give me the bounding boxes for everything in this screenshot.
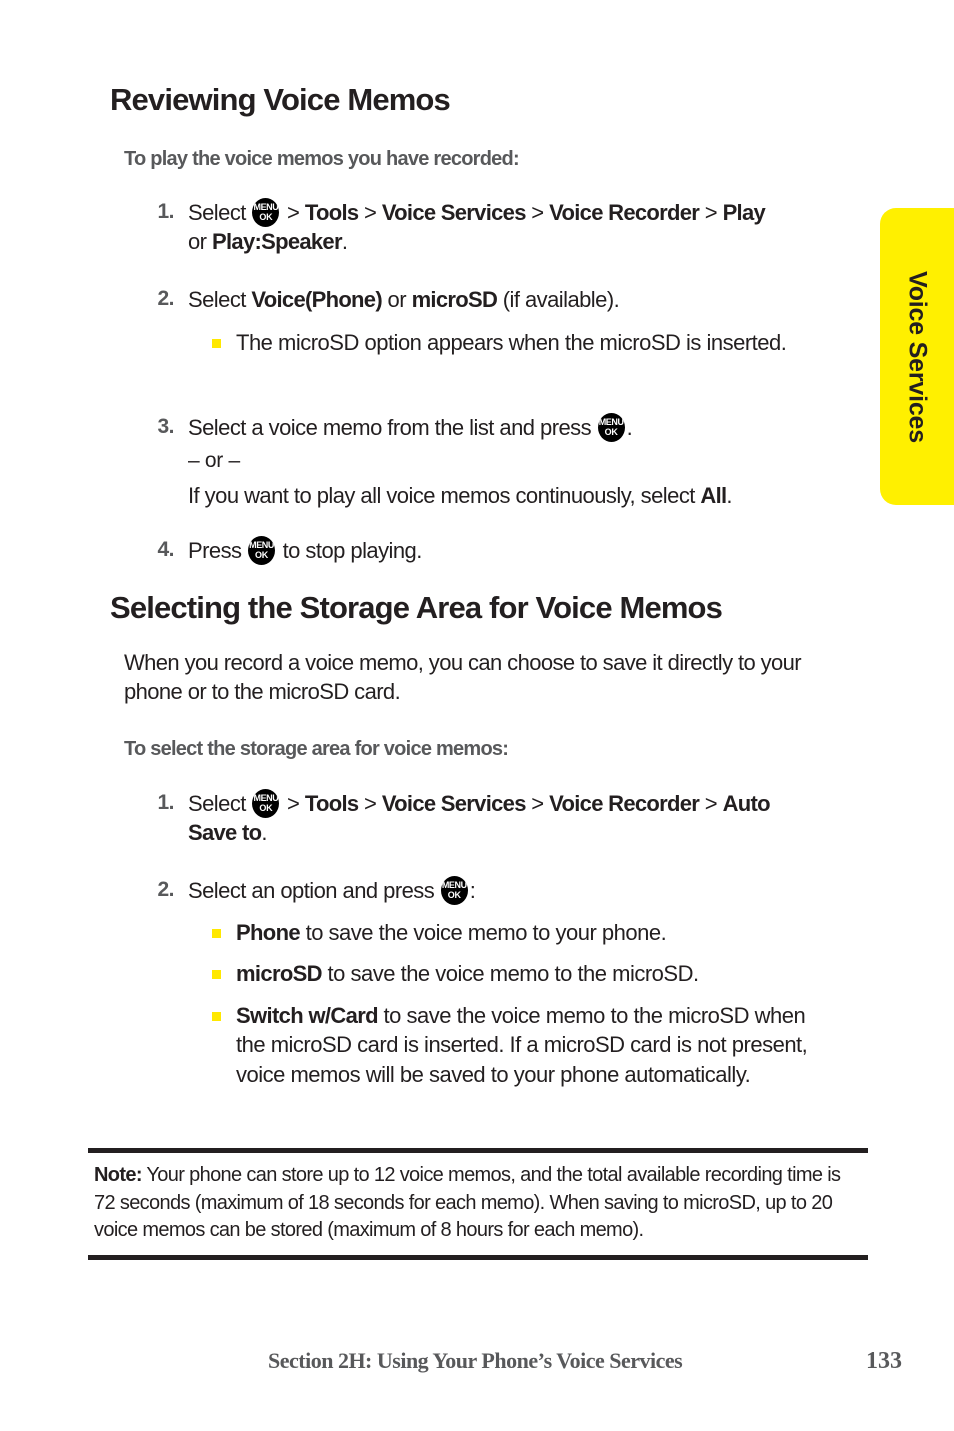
step-separator: >	[525, 200, 550, 225]
list-item: Switch w/Card to save the voice memo to …	[212, 1001, 836, 1089]
menu-key-line2: OK	[259, 212, 273, 222]
step-item: 1. Select MENU OK > Tools > Voice Service…	[157, 198, 788, 257]
option-all: All	[700, 483, 727, 508]
list-item-text: to save the voice memo to your phone.	[299, 920, 667, 945]
step-separator: >	[358, 200, 382, 225]
square-bullet-icon	[212, 339, 221, 348]
step-text-select-option: Select an option and press	[188, 878, 440, 903]
note-body: Note: Your phone can store up to 12 voic…	[88, 1153, 868, 1255]
step-item: 2. Select Voice(Phone) or microSD (if av…	[157, 285, 828, 314]
menu-key-line2: OK	[259, 803, 273, 813]
menu-path-tools: Tools	[304, 791, 359, 816]
list-item-text: to save the voice memo to the microSD.	[321, 961, 700, 986]
step-item: 3. Select a voice memo from the list and…	[157, 413, 868, 442]
side-tab-voice-services: Voice Services	[880, 208, 954, 505]
list-item: Phone to save the voice memo to your pho…	[212, 918, 856, 947]
lead-text-select-storage-area: To select the storage area for voice mem…	[124, 738, 509, 760]
step-text-select: Select	[188, 287, 252, 312]
menu-path-voice-recorder: Voice Recorder	[549, 200, 700, 225]
note-text: Your phone can store up to 12 voice memo…	[94, 1164, 841, 1242]
step-text-press: Press	[188, 538, 248, 563]
option-switch-w-card: Switch w/Card	[236, 1003, 379, 1028]
square-bullet-icon	[212, 970, 221, 979]
footer-section-label: Section 2H: Using Your Phone’s Voice Ser…	[268, 1348, 683, 1373]
note-box: Note: Your phone can store up to 12 voic…	[88, 1148, 868, 1260]
step-number: 2.	[157, 287, 174, 310]
step-suffix: (if available).	[497, 287, 620, 312]
step-separator: >	[358, 791, 382, 816]
body-paragraph: When you record a voice memo, you can ch…	[124, 650, 802, 705]
or-separator: – or –	[188, 449, 240, 472]
menu-path-play-speaker: Play:Speaker	[212, 229, 343, 255]
menu-path-tools: Tools	[304, 200, 359, 225]
step-alt-text: If you want to play all voice memos cont…	[188, 483, 701, 508]
note-label: Note:	[94, 1164, 143, 1186]
square-bullet-icon	[212, 929, 221, 938]
list-item: microSD to save the voice memo to the mi…	[212, 959, 856, 988]
step-alternative: If you want to play all voice memos cont…	[188, 481, 868, 510]
menu-key-line1: MENU	[249, 540, 275, 550]
step-conjunction: or	[381, 287, 412, 312]
step-text-select-memo: Select a voice memo from the list and pr…	[188, 415, 597, 440]
footer-page-number: 133	[866, 1348, 902, 1374]
menu-key-line1: MENU	[253, 202, 279, 212]
option-phone: Phone	[236, 920, 301, 945]
menu-key-line2: OK	[447, 890, 461, 900]
step-separator: >	[281, 791, 305, 816]
step-period: .	[341, 229, 348, 255]
step-number: 3.	[157, 415, 174, 438]
lead-text-play-voice-memos: To play the voice memos you have recorde…	[124, 148, 520, 170]
step-period: .	[726, 483, 732, 508]
step-text-select: Select	[188, 200, 252, 225]
list-item: The microSD option appears when the micr…	[212, 328, 836, 357]
menu-path-voice-services: Voice Services	[381, 200, 527, 225]
step-number: 1.	[157, 791, 174, 814]
step-number: 4.	[157, 538, 174, 561]
list-item-text: The microSD option appears when the micr…	[236, 330, 787, 355]
menu-path-voice-services: Voice Services	[381, 791, 527, 816]
step-number: 2.	[157, 878, 174, 901]
menu-key-line1: MENU	[441, 880, 467, 890]
menu-ok-key-icon: MENU OK	[252, 789, 280, 818]
step-separator: >	[525, 791, 550, 816]
menu-key-line2: OK	[604, 427, 618, 437]
option-voice-phone: Voice(Phone)	[251, 287, 382, 312]
page-title-selecting-storage-area: Selecting the Storage Area for Voice Mem…	[110, 590, 723, 625]
page-title-reviewing-voice-memos: Reviewing Voice Memos	[110, 82, 451, 117]
step-item: 1. Select MENU OK > Tools > Voice Service…	[157, 789, 788, 848]
menu-key-line1: MENU	[253, 793, 279, 803]
step-item: 4. Press MENU OK to stop playing.	[157, 536, 788, 565]
menu-path-voice-recorder: Voice Recorder	[549, 791, 700, 816]
menu-path-play: Play	[722, 200, 766, 225]
side-tab-label: Voice Services	[903, 270, 932, 443]
option-microsd: microSD	[411, 287, 498, 312]
step-period: .	[261, 820, 267, 846]
step-item: 2. Select an option and press MENU OK:	[157, 876, 808, 905]
menu-ok-key-icon: MENU OK	[248, 536, 276, 565]
step-number: 1.	[157, 200, 174, 223]
menu-key-line2: OK	[255, 550, 269, 560]
step-text-select: Select	[188, 791, 252, 816]
menu-ok-key-icon: MENU OK	[252, 198, 280, 227]
menu-key-line1: MENU	[598, 417, 624, 427]
step-colon: :	[469, 878, 476, 903]
step-conjunction: or	[188, 229, 213, 255]
step-separator: >	[281, 200, 305, 225]
step-suffix: to stop playing.	[277, 538, 423, 563]
note-rule-bottom	[88, 1254, 868, 1260]
manual-page: Voice Services Reviewing Voice Memos To …	[0, 0, 954, 1431]
step-period: .	[626, 415, 633, 440]
step-separator: >	[699, 200, 723, 225]
square-bullet-icon	[212, 1012, 221, 1021]
step-separator: >	[699, 791, 723, 816]
option-microsd: microSD	[236, 961, 323, 986]
menu-ok-key-icon: MENU OK	[440, 876, 468, 905]
menu-ok-key-icon: MENU OK	[597, 413, 625, 442]
